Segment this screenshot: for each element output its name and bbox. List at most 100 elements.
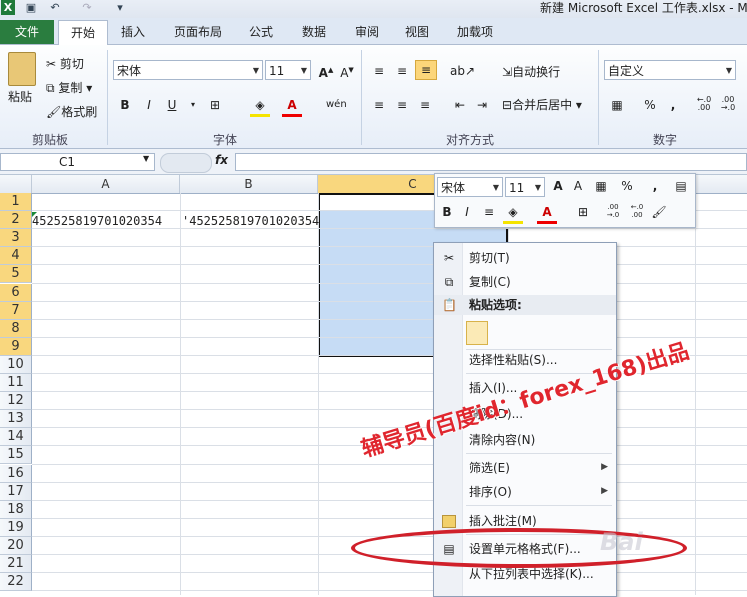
paste-button[interactable]: 粘贴 — [8, 89, 32, 105]
fill-color-icon[interactable]: ◈ — [503, 203, 523, 224]
increase-decimal-icon[interactable]: ←.0.00 — [627, 203, 647, 221]
fill-color-icon[interactable]: ◈ — [250, 96, 270, 117]
underline-button[interactable]: U — [162, 96, 182, 114]
shrink-font-icon[interactable]: A — [568, 177, 588, 195]
formula-bar-resize-handle[interactable] — [160, 153, 212, 173]
cell-b2[interactable]: '452525819701020354 — [182, 214, 319, 228]
increase-decimal-icon[interactable]: ←.0.00 — [694, 96, 714, 114]
italic-icon[interactable]: I — [457, 203, 477, 221]
row-header[interactable]: 10 — [0, 355, 32, 374]
tab-page-layout[interactable]: 页面布局 — [174, 21, 222, 44]
row-header[interactable]: 14 — [0, 428, 32, 447]
align-center-icon[interactable]: ≡ — [479, 203, 499, 221]
decrease-decimal-icon[interactable]: .00 →.0 — [718, 96, 738, 114]
row-header[interactable]: 19 — [0, 518, 32, 537]
tab-view[interactable]: 视图 — [405, 21, 429, 44]
row-header[interactable]: 13 — [0, 410, 32, 429]
tab-addins[interactable]: 加载项 — [457, 21, 493, 44]
row-header[interactable]: 1 — [0, 193, 32, 211]
accounting-format-icon[interactable]: ▦ — [607, 96, 627, 114]
mini-font-combo[interactable]: 宋体 ▼ — [437, 177, 503, 197]
italic-button[interactable]: I — [139, 96, 159, 114]
tab-file[interactable]: 文件 — [0, 20, 54, 44]
paste-icon[interactable] — [8, 52, 36, 86]
row-header[interactable]: 11 — [0, 374, 32, 392]
row-header[interactable]: 4 — [0, 247, 32, 266]
menu-item-copy[interactable]: 复制(C) — [469, 273, 511, 291]
borders-icon[interactable]: ⊞ — [573, 203, 593, 221]
row-header[interactable]: 8 — [0, 319, 32, 338]
accounting-format-icon[interactable]: ▦ — [591, 177, 611, 195]
grow-font-icon[interactable]: A — [548, 177, 568, 195]
borders-icon[interactable]: ⊞ — [205, 96, 225, 114]
menu-item-paste-special[interactable]: 选择性粘贴(S)... — [469, 351, 557, 369]
row-header[interactable]: 16 — [0, 464, 32, 483]
row-header[interactable]: 7 — [0, 301, 32, 320]
select-all-corner[interactable] — [0, 175, 32, 193]
brush-icon[interactable]: 🖌 — [649, 203, 669, 221]
shrink-font-icon[interactable]: A▼ — [337, 61, 357, 80]
row-header[interactable]: 3 — [0, 229, 32, 248]
comma-icon[interactable]: , — [645, 177, 665, 195]
grow-font-icon[interactable]: A▲ — [316, 61, 336, 80]
chevron-down-icon[interactable]: ▾ — [183, 96, 203, 114]
percent-button[interactable]: % — [640, 96, 660, 114]
font-size-combo[interactable]: 11 ▼ — [265, 60, 311, 80]
align-bottom-icon[interactable]: ≡ — [415, 60, 437, 80]
bold-icon[interactable]: B — [437, 203, 457, 221]
orientation-icon[interactable]: ab↗ — [450, 62, 475, 80]
align-middle-icon[interactable]: ≡ — [392, 62, 412, 80]
row-header[interactable]: 12 — [0, 392, 32, 411]
tab-review[interactable]: 审阅 — [355, 21, 379, 44]
mini-size-combo[interactable]: 11 ▼ — [505, 177, 545, 197]
cell-a2[interactable]: 452525819701020354 — [32, 214, 162, 228]
row-header[interactable]: 6 — [0, 283, 32, 302]
undo-icon[interactable]: ↶ — [48, 1, 62, 15]
copy-button[interactable]: ⧉ 复制 ▾ — [46, 80, 92, 96]
comma-button[interactable]: , — [663, 96, 683, 114]
save-icon[interactable]: ▣ — [24, 1, 38, 15]
row-header[interactable]: 20 — [0, 536, 32, 555]
row-header[interactable]: 17 — [0, 482, 32, 501]
column-header-b[interactable]: B — [180, 175, 318, 193]
number-format-combo[interactable]: 自定义 ▼ — [604, 60, 736, 80]
tab-data[interactable]: 数据 — [302, 21, 326, 44]
row-header[interactable]: 18 — [0, 500, 32, 519]
customize-quick-access-icon[interactable]: ▾ — [113, 1, 127, 15]
align-center-icon[interactable]: ≡ — [392, 96, 412, 114]
font-color-icon[interactable]: A — [282, 96, 302, 117]
increase-indent-icon[interactable]: ⇥ — [472, 96, 492, 114]
decrease-indent-icon[interactable]: ⇤ — [450, 96, 470, 114]
row-header[interactable]: 9 — [0, 337, 32, 356]
format-painter-button[interactable]: 🖌格式刷 — [46, 104, 97, 120]
tab-formulas[interactable]: 公式 — [249, 21, 273, 44]
insert-function-icon[interactable]: fx — [215, 153, 228, 167]
menu-item-sort[interactable]: 排序(O) — [469, 483, 512, 501]
tab-home[interactable]: 开始 — [58, 20, 108, 46]
font-color-icon[interactable]: A — [537, 203, 557, 224]
formula-input[interactable] — [235, 153, 747, 171]
phonetic-guide-button[interactable]: wén — [326, 96, 347, 114]
format-cells-icon[interactable]: ▤ — [671, 177, 691, 195]
wrap-text-button[interactable]: ⇲自动换行 — [502, 64, 560, 80]
align-right-icon[interactable]: ≡ — [415, 96, 435, 114]
redo-icon[interactable]: ↷ — [80, 1, 94, 15]
column-header-a[interactable]: A — [32, 175, 180, 193]
menu-item-cut[interactable]: 剪切(T) — [469, 249, 510, 267]
align-top-icon[interactable]: ≡ — [369, 62, 389, 80]
row-header[interactable]: 15 — [0, 446, 32, 465]
align-left-icon[interactable]: ≡ — [369, 96, 389, 114]
decrease-decimal-icon[interactable]: .00 →.0 — [603, 203, 623, 221]
name-box[interactable]: C1 ▼ — [0, 153, 155, 171]
merge-center-button[interactable]: ⊟合并后居中 ▾ — [502, 97, 582, 113]
font-name-combo[interactable]: 宋体 ▼ — [113, 60, 263, 80]
row-header[interactable]: 5 — [0, 265, 32, 284]
row-header[interactable]: 22 — [0, 573, 32, 592]
tab-insert[interactable]: 插入 — [121, 21, 145, 44]
paste-option-icon[interactable] — [466, 321, 488, 345]
row-header[interactable]: 21 — [0, 555, 32, 573]
bold-button[interactable]: B — [115, 96, 135, 114]
menu-item-filter[interactable]: 筛选(E) — [469, 459, 510, 477]
percent-icon[interactable]: % — [617, 177, 637, 195]
menu-item-clear[interactable]: 清除内容(N) — [469, 431, 535, 449]
